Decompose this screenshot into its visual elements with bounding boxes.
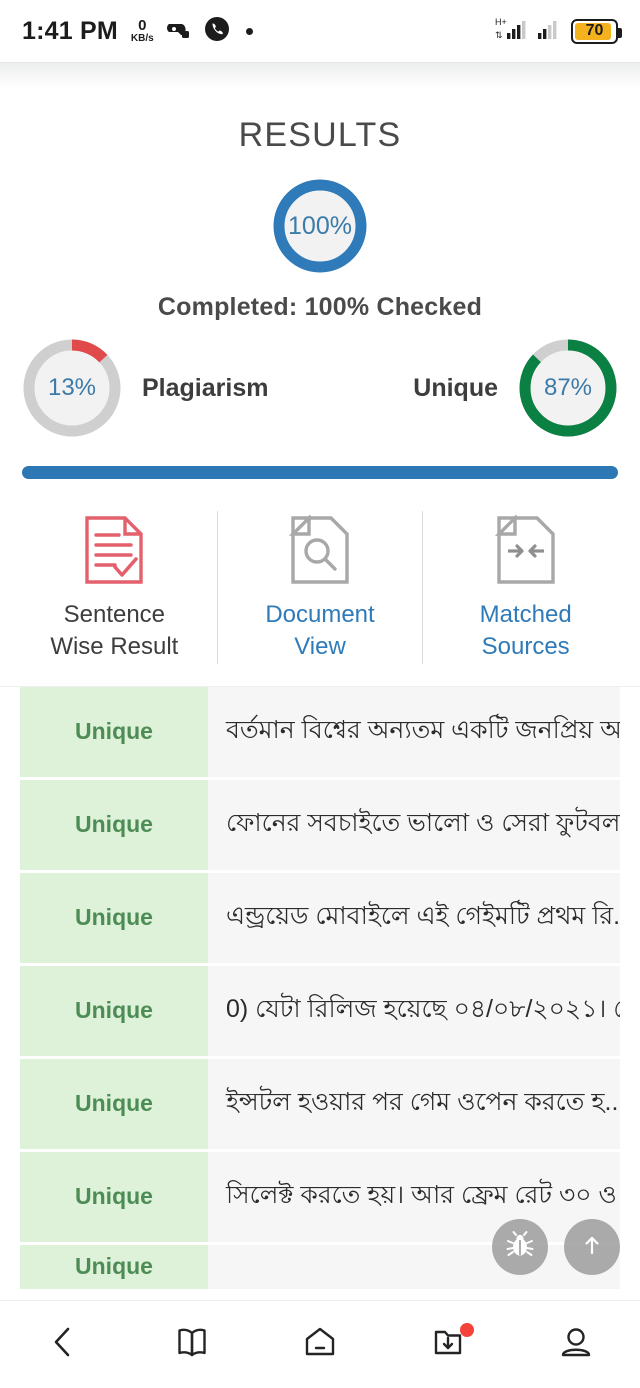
overall-progress-value: 100% <box>288 211 352 240</box>
chevron-left-icon <box>47 1323 81 1366</box>
stats-row: 13% Plagiarism Unique 87% <box>0 322 640 440</box>
plagiarism-ring: 13% <box>20 336 124 440</box>
unique-stat: Unique 87% <box>413 336 620 440</box>
bug-icon <box>505 1230 535 1265</box>
dot-indicator-icon <box>245 27 253 35</box>
person-icon <box>557 1323 595 1366</box>
sentence-text: ইন্সটল হওয়ার পর গেম ওপেন করতে হ... <box>226 1088 620 1117</box>
unique-ring: 87% <box>516 336 620 440</box>
network-speed-indicator: 0 KB/s <box>131 18 154 44</box>
plagiarism-label: Plagiarism <box>142 373 269 402</box>
open-book-icon <box>173 1323 211 1366</box>
status-bar-right: H+ ⇅ 70 <box>495 16 622 47</box>
overall-progress-ring: 100% <box>271 177 369 275</box>
bug-report-button[interactable] <box>492 1219 548 1275</box>
table-row[interactable]: Unique এন্ড্রয়েড মোবাইলে এই গেইমটি প্রথ… <box>20 872 620 963</box>
document-arrows-icon <box>494 515 557 585</box>
floating-action-buttons <box>492 1219 620 1275</box>
document-check-icon <box>83 515 145 585</box>
status-badge: Unique <box>20 1151 208 1242</box>
status-badge: Unique <box>20 686 208 777</box>
phone-icon <box>204 16 230 47</box>
browser-toolbar-band <box>0 62 640 88</box>
browser-bottom-nav <box>0 1300 640 1387</box>
network-speed-value: 0 <box>138 17 147 34</box>
progress-bar-wrap <box>0 440 640 479</box>
status-bar-left: 1:41 PM 0 KB/s <box>22 16 253 47</box>
status-bar: 1:41 PM 0 KB/s H+ ⇅ 70 <box>0 0 640 62</box>
tab-label-document-view: Document View <box>265 601 375 661</box>
network-speed-unit: KB/s <box>130 33 154 44</box>
page-title: RESULTS <box>238 116 402 154</box>
status-badge: Unique <box>20 1244 208 1289</box>
tab-label-matched-sources: Matched Sources <box>479 601 572 661</box>
arrow-up-icon <box>579 1232 605 1263</box>
plagiarism-stat: 13% Plagiarism <box>20 336 268 440</box>
sentence-text: বর্তমান বিশ্বের অন্যতম একটি জনপ্রিয় অ..… <box>226 716 620 745</box>
svg-text:H+: H+ <box>495 17 507 27</box>
completed-status-text: Completed: 100% Checked <box>157 293 483 321</box>
sentence-text: 0) যেটা রিলিজ হয়েছে ০৪/০৮/২০২১। পে... <box>226 995 620 1024</box>
results-page: RESULTS 100% Completed: 100% Checked 13%… <box>0 88 640 1289</box>
signal-bars-2-icon <box>538 16 562 47</box>
overall-progress-ring-wrap: 100% <box>0 177 640 275</box>
sentence-results-list: Unique বর্তমান বিশ্বের অন্যতম একটি জনপ্র… <box>0 685 640 1289</box>
document-search-icon <box>289 515 351 585</box>
status-badge: Unique <box>20 872 208 963</box>
status-bar-clock: 1:41 PM <box>22 16 118 45</box>
status-badge: Unique <box>20 1058 208 1149</box>
downloads-badge <box>460 1322 474 1337</box>
table-row[interactable]: Unique 0) যেটা রিলিজ হয়েছে ০৪/০৮/২০২১। … <box>20 965 620 1056</box>
status-badge: Unique <box>20 779 208 870</box>
nav-downloads-button[interactable] <box>400 1301 496 1388</box>
battery-level: 70 <box>585 22 604 39</box>
unique-value: 87% <box>543 374 593 401</box>
tab-sentence-wise-result[interactable]: Sentence Wise Result <box>12 511 217 664</box>
tab-document-view[interactable]: Document View <box>216 511 423 664</box>
nav-profile-button[interactable] <box>528 1301 624 1388</box>
svg-text:⇅: ⇅ <box>495 30 503 40</box>
signal-bars-1-icon: H+ ⇅ <box>495 16 529 47</box>
home-icon <box>300 1323 340 1366</box>
table-row[interactable]: Unique বর্তমান বিশ্বের অন্যতম একটি জনপ্র… <box>20 686 620 777</box>
overall-progress-bar <box>22 466 618 479</box>
table-row[interactable]: Unique ফোনের সবচাইতে ভালো ও সেরা ফুটবল .… <box>20 779 620 870</box>
battery-indicator: 70 <box>571 18 622 44</box>
game-controller-icon <box>165 18 193 45</box>
unique-label: Unique <box>413 373 498 402</box>
scroll-to-top-button[interactable] <box>564 1219 620 1275</box>
status-badge: Unique <box>20 965 208 1056</box>
table-row[interactable]: Unique ইন্সটল হওয়ার পর গেম ওপেন করতে হ.… <box>20 1058 620 1149</box>
nav-back-button[interactable] <box>16 1301 112 1388</box>
sentence-text: এন্ড্রয়েড মোবাইলে এই গেইমটি প্রথম রি... <box>226 902 620 931</box>
nav-home-button[interactable] <box>272 1301 368 1388</box>
tab-label-sentence-wise-result: Sentence Wise Result <box>50 601 179 661</box>
tab-matched-sources[interactable]: Matched Sources <box>422 511 628 664</box>
sentence-results-list-inner: Unique বর্তমান বিশ্বের অন্যতম একটি জনপ্র… <box>0 686 640 1289</box>
view-tabs: Sentence Wise Result Document View Match… <box>0 511 640 686</box>
nav-bookmarks-button[interactable] <box>144 1301 240 1388</box>
sentence-text: ফোনের সবচাইতে ভালো ও সেরা ফুটবল ... <box>226 809 620 838</box>
plagiarism-value: 13% <box>47 374 97 401</box>
